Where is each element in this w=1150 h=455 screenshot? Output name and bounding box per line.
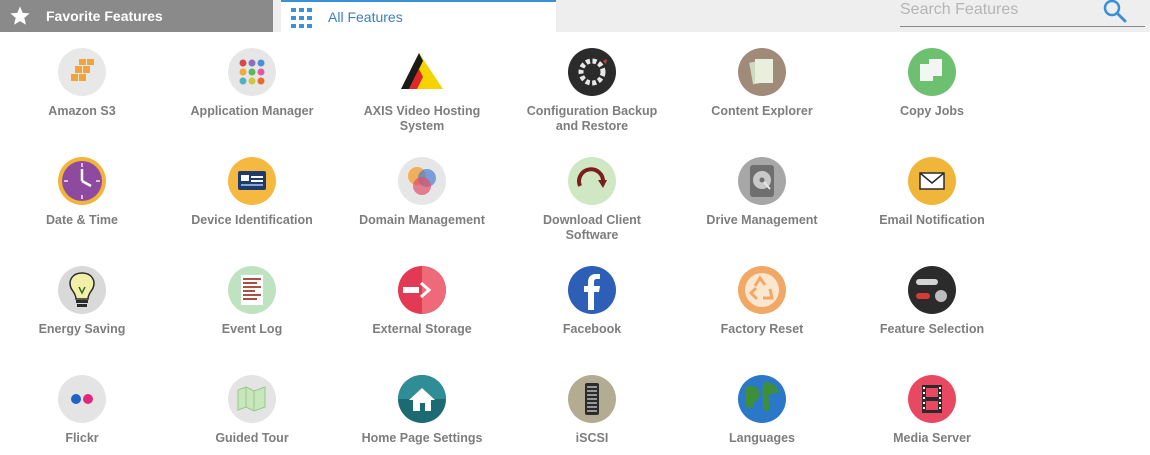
feature-label: Download Client Software [543,213,641,242]
feature-amazon-s3[interactable]: Amazon S3 [0,47,167,119]
feature-label: Application Manager [190,104,314,118]
feature-application-manager[interactable]: Application Manager [167,47,337,119]
feature-device-identification[interactable]: Device Identification [167,156,337,228]
feature-label: AXIS Video Hosting System [363,104,481,133]
feature-email-notification[interactable]: Email Notification [847,156,1017,228]
feature-external-storage[interactable]: External Storage [337,265,507,337]
clock-icon [58,157,106,205]
facebook-icon [568,266,616,314]
home-icon [398,375,446,423]
search-icon[interactable] [1102,0,1128,24]
feature-label: Amazon S3 [48,104,116,118]
external-storage-icon [398,266,446,314]
lightbulb-icon [58,266,106,314]
feature-guided-tour[interactable]: Guided Tour [167,374,337,446]
feature-languages[interactable]: Languages [677,374,847,446]
tab-all-label: All Features [328,9,403,25]
feature-toggle-icon [908,266,956,314]
film-strip-icon [908,375,956,423]
feature-date-time[interactable]: Date & Time [0,156,167,228]
domain-circles-icon [398,157,446,205]
envelope-icon [908,157,956,205]
feature-label: Languages [729,431,795,445]
feature-label: iSCSI [575,431,609,445]
flickr-icon [58,375,106,423]
feature-factory-reset[interactable]: Factory Reset [677,265,847,337]
feature-label: Device Identification [191,213,313,227]
feature-media-server[interactable]: Media Server [847,374,1017,446]
feature-drive-management[interactable]: Drive Management [677,156,847,228]
feature-facebook[interactable]: Facebook [507,265,677,337]
amazon-s3-icon [58,48,106,96]
feature-label: Configuration Backup and Restore [526,104,658,133]
feature-axis-video-hosting-system[interactable]: AXIS Video Hosting System [337,47,507,134]
hard-drive-icon [738,157,786,205]
feature-label: Energy Saving [38,322,126,336]
device-id-icon [228,157,276,205]
feature-label: Home Page Settings [361,431,483,445]
feature-copy-jobs[interactable]: Copy Jobs [847,47,1017,119]
tab-favorite-label: Favorite Features [46,8,163,24]
search-input[interactable] [900,0,1100,20]
download-arrow-icon [568,157,616,205]
map-icon [228,375,276,423]
star-icon [10,6,30,25]
application-manager-icon [228,48,276,96]
feature-label: Facebook [562,322,622,336]
feature-label: Content Explorer [711,104,813,118]
search-box [900,0,1145,27]
feature-flickr[interactable]: Flickr [0,374,167,446]
feature-label: Domain Management [359,213,485,227]
feature-label: Email Notification [879,213,985,227]
feature-configuration-backup[interactable]: Configuration Backup and Restore [507,47,677,134]
feature-label: Feature Selection [879,322,985,336]
grid-icon [291,8,312,28]
feature-label: Date & Time [45,213,118,227]
iscsi-server-icon [568,375,616,423]
feature-download-client-software[interactable]: Download Client Software [507,156,677,243]
feature-event-log[interactable]: Event Log [167,265,337,337]
copy-jobs-icon [908,48,956,96]
feature-home-page-settings[interactable]: Home Page Settings [337,374,507,446]
globe-icon [738,375,786,423]
feature-feature-selection[interactable]: Feature Selection [847,265,1017,337]
feature-label: Factory Reset [720,322,804,336]
feature-content-explorer[interactable]: Content Explorer [677,47,847,119]
feature-label: Drive Management [706,213,818,227]
feature-domain-management[interactable]: Domain Management [337,156,507,228]
feature-label: Guided Tour [215,431,289,445]
feature-label: Flickr [65,431,99,445]
feature-iscsi[interactable]: iSCSI [507,374,677,446]
feature-label: Copy Jobs [900,104,964,118]
axis-logo-icon [401,53,443,89]
tab-favorite-features[interactable]: Favorite Features [0,0,273,32]
feature-label: External Storage [372,322,472,336]
feature-label: Event Log [221,322,283,336]
content-explorer-icon [738,48,786,96]
feature-energy-saving[interactable]: Energy Saving [0,265,167,337]
recycle-icon [738,266,786,314]
feature-label: Media Server [893,431,971,445]
backup-gear-icon [568,48,616,96]
event-log-icon [228,266,276,314]
tab-all-features[interactable]: All Features [281,0,556,32]
